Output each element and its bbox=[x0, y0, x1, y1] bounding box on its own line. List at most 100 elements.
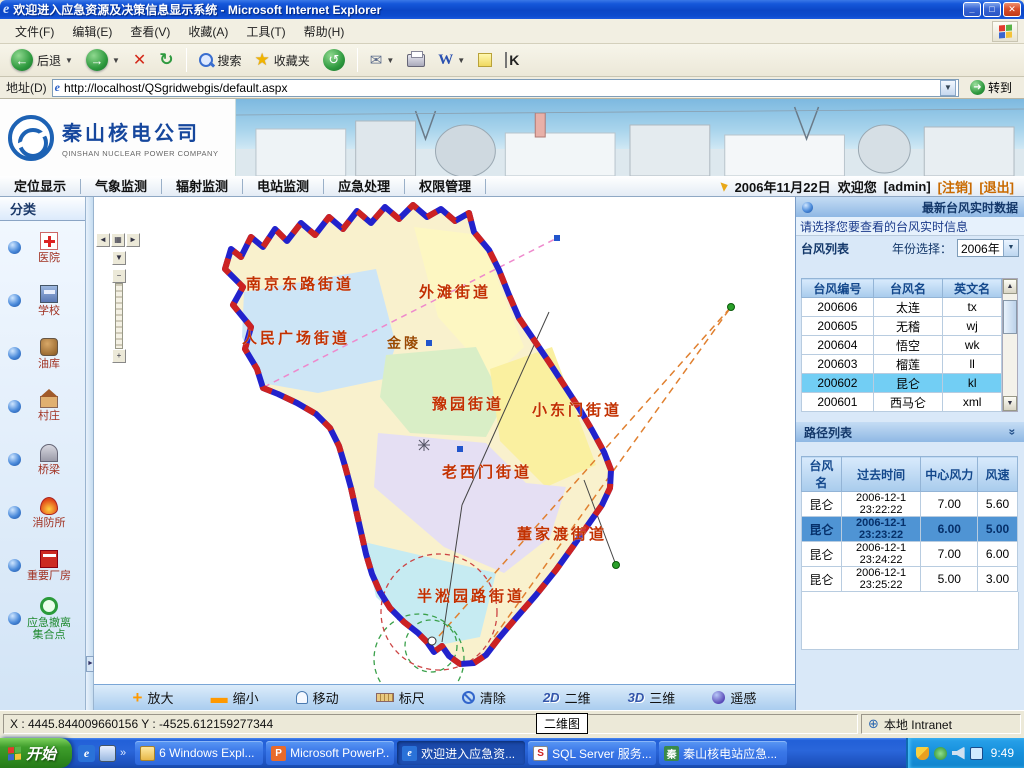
task-qinshan-app[interactable]: 秦 秦山核电站应急... bbox=[659, 741, 787, 765]
quicklaunch-ie-icon[interactable]: e bbox=[78, 745, 95, 762]
stop-icon: ✕ bbox=[133, 50, 146, 70]
view-3d-tool[interactable]: 3D三维 bbox=[628, 688, 676, 707]
sidebar-item-hospital[interactable]: 医院 bbox=[0, 221, 85, 274]
address-dropdown-button[interactable]: ▼ bbox=[940, 80, 956, 96]
typhoon-row[interactable]: 200604悟空wk bbox=[802, 336, 1002, 355]
collapse-chevron-icon[interactable]: » bbox=[1006, 429, 1020, 436]
typhoon-row[interactable]: 200606太连tx bbox=[802, 298, 1002, 317]
task-sql-server[interactable]: S SQL Server 服务... bbox=[528, 741, 656, 765]
splitter-expand-icon[interactable]: ► bbox=[86, 656, 94, 672]
map-canvas[interactable]: 南京东路街道 外滩街道 人民广场街道 金陵 豫园街道 小东门街道 老西门街道 董… bbox=[94, 197, 795, 684]
typhoon-row[interactable]: 200601西马仑xml bbox=[802, 393, 1002, 412]
discuss-button[interactable] bbox=[473, 50, 497, 70]
nav-tab-weather[interactable]: 气象监测 bbox=[81, 179, 162, 194]
pan-tool[interactable]: 移动 bbox=[296, 688, 339, 707]
sidebar-item-assembly-point[interactable]: 应急撤离集合点 bbox=[0, 592, 85, 645]
task-windows-explorer[interactable]: 6 Windows Expl... bbox=[135, 741, 263, 765]
minimize-button[interactable]: _ bbox=[963, 2, 981, 17]
address-input[interactable]: e http://localhost/QSgridwebgis/default.… bbox=[52, 79, 959, 97]
zoom-in-icon[interactable]: + bbox=[112, 349, 126, 363]
start-button[interactable]: 开始 bbox=[0, 738, 72, 768]
sidebar-item-school[interactable]: 学校 bbox=[0, 274, 85, 327]
typhoon-table-scrollbar[interactable]: ▲ ▼ bbox=[1002, 278, 1018, 412]
zoom-in-tool[interactable]: +放大 bbox=[133, 688, 174, 707]
messenger-button[interactable]: K bbox=[500, 49, 524, 71]
back-button[interactable]: ← 后退 ▼ bbox=[6, 46, 78, 74]
nav-tab-emergency[interactable]: 应急处理 bbox=[324, 179, 405, 194]
menu-tools[interactable]: 工具(T) bbox=[237, 20, 294, 43]
main-nav-bar: 定位显示 气象监测 辐射监测 电站监测 应急处理 权限管理 2006年11月22… bbox=[0, 176, 1024, 197]
menu-view[interactable]: 查看(V) bbox=[121, 20, 179, 43]
edit-button[interactable]: W ▼ bbox=[433, 49, 470, 72]
tray-network-icon[interactable] bbox=[970, 747, 983, 760]
sidebar-item-village[interactable]: 村庄 bbox=[0, 380, 85, 433]
sidebar-splitter[interactable]: ► bbox=[86, 197, 94, 710]
zoom-out-tool[interactable]: ▬缩小 bbox=[211, 688, 259, 707]
year-select-label: 年份选择： bbox=[892, 240, 952, 257]
zoom-out-icon[interactable]: − bbox=[112, 269, 126, 283]
tray-security-icon[interactable] bbox=[916, 747, 929, 760]
search-button[interactable]: 搜索 bbox=[194, 49, 247, 72]
logout-link[interactable]: [注销] bbox=[938, 177, 973, 196]
maximize-button[interactable]: □ bbox=[983, 2, 1001, 17]
quicklaunch-desktop-icon[interactable] bbox=[99, 745, 116, 762]
address-url[interactable]: http://localhost/QSgridwebgis/default.as… bbox=[64, 81, 936, 95]
menu-favorites[interactable]: 收藏(A) bbox=[179, 20, 237, 43]
typhoon-row[interactable]: 200605无稽wj bbox=[802, 317, 1002, 336]
nav-tab-radiation[interactable]: 辐射监测 bbox=[162, 179, 243, 194]
remote-sensing-tool[interactable]: 遥感 bbox=[712, 688, 756, 707]
menu-file[interactable]: 文件(F) bbox=[6, 20, 63, 43]
path-row[interactable]: 昆仑 2006-12-123:24:22 7.00 6.00 bbox=[802, 542, 1018, 567]
history-button[interactable]: ↺ bbox=[318, 46, 350, 74]
ruler-tool[interactable]: 标尺 bbox=[376, 688, 425, 707]
sidebar-item-key-buildings[interactable]: 重要厂房 bbox=[0, 539, 85, 592]
mail-dropdown-icon[interactable]: ▼ bbox=[386, 56, 394, 65]
pan-center-icon[interactable]: ▦ bbox=[111, 233, 125, 247]
quicklaunch-more-icon[interactable]: » bbox=[120, 747, 126, 759]
tray-volume-icon[interactable] bbox=[952, 747, 965, 760]
nav-tab-locate[interactable]: 定位显示 bbox=[0, 179, 81, 194]
path-row-selected[interactable]: 昆仑 2006-12-123:23:22 6.00 5.00 bbox=[802, 517, 1018, 542]
close-button[interactable]: ✕ bbox=[1003, 2, 1021, 17]
sidebar-item-oil-depot[interactable]: 油库 bbox=[0, 327, 85, 380]
favorites-button[interactable]: ★ 收藏夹 bbox=[250, 47, 315, 73]
sidebar-item-fire-station[interactable]: 消防所 bbox=[0, 486, 85, 539]
scroll-thumb[interactable] bbox=[1003, 300, 1017, 334]
edit-dropdown-icon[interactable]: ▼ bbox=[457, 56, 465, 65]
stop-button[interactable]: ✕ bbox=[128, 47, 151, 73]
status-bar: X : 4445.844009660156 Y : -4525.61215927… bbox=[0, 710, 1024, 738]
pan-right-icon[interactable]: ► bbox=[126, 233, 140, 247]
forward-button[interactable]: → ▼ bbox=[81, 46, 125, 74]
year-dropdown-icon[interactable]: ▼ bbox=[1003, 240, 1018, 256]
typhoon-row-selected[interactable]: 200602昆仑kl bbox=[802, 374, 1002, 393]
year-select[interactable]: 2006年 ▼ bbox=[957, 239, 1019, 257]
pan-left-icon[interactable]: ◄ bbox=[96, 233, 110, 247]
forward-dropdown-icon[interactable]: ▼ bbox=[112, 56, 120, 65]
zoom-slider[interactable] bbox=[115, 283, 123, 349]
nav-tab-station[interactable]: 电站监测 bbox=[243, 179, 324, 194]
scroll-down-icon[interactable]: ▼ bbox=[1003, 396, 1017, 411]
sidebar-item-bridge[interactable]: 桥梁 bbox=[0, 433, 85, 486]
go-button[interactable]: ➜ 转到 bbox=[964, 78, 1018, 97]
scroll-up-icon[interactable]: ▲ bbox=[1003, 279, 1017, 294]
mail-button[interactable]: ✉ ▼ bbox=[365, 48, 400, 72]
path-row[interactable]: 昆仑 2006-12-123:25:22 5.00 3.00 bbox=[802, 567, 1018, 592]
task-ie-active[interactable]: e 欢迎进入应急资... bbox=[397, 741, 525, 765]
taskbar-clock[interactable]: 9:49 bbox=[991, 746, 1014, 760]
typhoon-row[interactable]: 200603榴莲ll bbox=[802, 355, 1002, 374]
path-row[interactable]: 昆仑 2006-12-123:22:22 7.00 5.60 bbox=[802, 492, 1018, 517]
tray-antivirus-icon[interactable] bbox=[934, 747, 947, 760]
menu-edit[interactable]: 编辑(E) bbox=[63, 20, 121, 43]
clear-tool[interactable]: 清除 bbox=[462, 688, 506, 707]
nav-tab-permission[interactable]: 权限管理 bbox=[405, 179, 486, 194]
back-dropdown-icon[interactable]: ▼ bbox=[65, 56, 73, 65]
exit-link[interactable]: [退出] bbox=[979, 177, 1014, 196]
view-2d-tool[interactable]: 2D二维 bbox=[543, 688, 591, 707]
fire-station-icon bbox=[40, 497, 58, 515]
print-button[interactable] bbox=[402, 51, 430, 70]
pan-down-icon[interactable]: ▼ bbox=[112, 251, 126, 265]
task-powerpoint[interactable]: P Microsoft PowerP... bbox=[266, 741, 394, 765]
menu-help[interactable]: 帮助(H) bbox=[295, 20, 354, 43]
refresh-button[interactable]: ↻ bbox=[154, 47, 178, 73]
path-list-bar[interactable]: 路径列表 » bbox=[796, 422, 1024, 442]
